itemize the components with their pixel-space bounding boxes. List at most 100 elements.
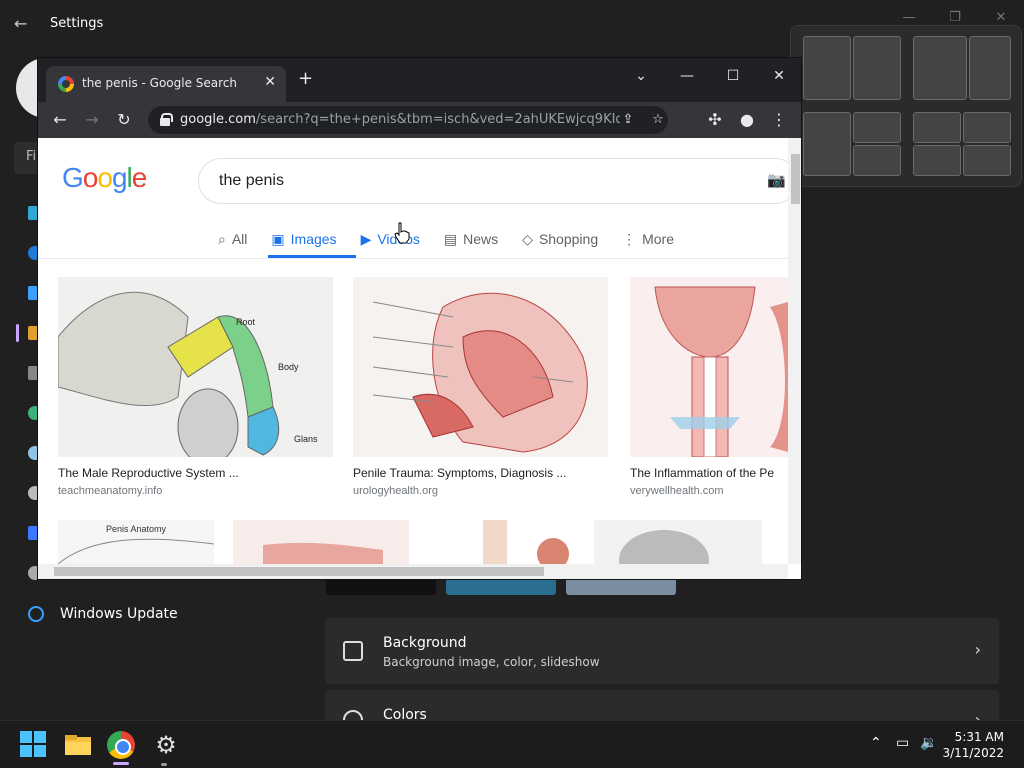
tab-search-chevron-icon[interactable]: ⌄	[626, 64, 656, 88]
back-arrow-icon[interactable]: ←	[48, 108, 72, 132]
image-result[interactable]	[233, 520, 409, 564]
search-input[interactable]: the penis 📷	[198, 158, 788, 204]
tab-images[interactable]: ▣ Images	[271, 224, 336, 254]
google-images-page: Google the penis 📷 ⌕ All ▣ Images ▶ Vide…	[38, 138, 788, 564]
camera-icon[interactable]: 📷	[767, 171, 788, 189]
browser-tab[interactable]: the penis - Google Search ✕	[46, 66, 286, 102]
snap-zone[interactable]	[963, 145, 1011, 176]
horizontal-scrollbar[interactable]	[38, 564, 788, 579]
share-icon[interactable]: ⇪	[618, 110, 638, 130]
hand-cursor-icon	[394, 222, 410, 244]
card-title: Background	[383, 635, 467, 651]
reload-icon[interactable]: ↻	[112, 108, 136, 132]
diagram-label: Root	[236, 317, 256, 327]
sidebar-item-windows-update[interactable]: Windows Update	[28, 604, 178, 624]
snap-zone[interactable]	[803, 36, 851, 100]
settings-gear-icon[interactable]: ⚙	[152, 731, 180, 759]
close-tab-icon[interactable]: ✕	[264, 74, 276, 90]
result-title[interactable]: The Male Reproductive System ...	[58, 466, 333, 480]
chevron-up-icon[interactable]: ⌃	[870, 735, 882, 751]
windows-update-icon	[28, 606, 44, 622]
result-thumbnail[interactable]	[353, 277, 608, 457]
snap-zone[interactable]	[853, 36, 901, 100]
tab-news[interactable]: ▤ News	[444, 224, 498, 254]
sidebar-item-label: Windows Update	[60, 606, 178, 622]
active-indicator	[16, 324, 19, 342]
result-source[interactable]: urologyhealth.org	[353, 485, 608, 497]
image-result[interactable]: The Inflammation of the Pe verywellhealt…	[630, 277, 788, 497]
snap-zone[interactable]	[853, 112, 901, 143]
background-setting-card[interactable]: Background Background image, color, slid…	[325, 618, 999, 684]
tab-shopping[interactable]: ◇ Shopping	[522, 224, 598, 254]
browser-toolbar: ← → ↻ google.com/search?q=the+penis&tbm=…	[38, 102, 801, 138]
volume-icon[interactable]: 🔉	[920, 735, 937, 751]
tab-videos[interactable]: ▶ Videos	[361, 224, 420, 254]
diagram-label: Glans	[294, 434, 318, 444]
snap-zone[interactable]	[969, 36, 1011, 100]
snap-zone[interactable]	[913, 112, 961, 143]
result-title[interactable]: The Inflammation of the Pe	[630, 466, 788, 480]
lock-icon[interactable]	[160, 113, 173, 126]
extensions-puzzle-icon[interactable]: ✣	[703, 108, 727, 132]
image-icon: ▣	[271, 230, 285, 247]
star-icon[interactable]: ☆	[648, 110, 668, 130]
result-title[interactable]: Penile Trauma: Symptoms, Diagnosis ...	[353, 466, 608, 480]
anatomy-illustration	[372, 292, 588, 453]
chrome-window: the penis - Google Search ✕ + ⌄ — ☐ ✕ ← …	[37, 57, 802, 580]
search-type-tabs: ⌕ All ▣ Images ▶ Videos ▤ News ◇ Shoppin…	[218, 224, 698, 254]
snap-zone[interactable]	[913, 145, 961, 176]
thumbnail-caption: Penis Anatomy	[106, 524, 167, 534]
tab-more[interactable]: ⋮ More	[622, 224, 674, 254]
google-favicon-icon	[58, 76, 74, 92]
image-result[interactable]: Penis Anatomy	[58, 520, 214, 564]
snap-zone[interactable]	[803, 112, 851, 176]
anatomy-illustration	[619, 530, 709, 564]
scroll-thumb[interactable]	[791, 154, 800, 204]
result-source[interactable]: teachmeanatomy.info	[58, 485, 333, 497]
search-icon: ⌕	[218, 230, 226, 247]
result-source[interactable]: verywellhealth.com	[630, 485, 788, 497]
snap-layouts-flyout	[790, 25, 1022, 187]
system-clock[interactable]: 5:31 AM 3/11/2022	[942, 729, 1004, 761]
image-result[interactable]: Root Body Glans The Male Reproductive Sy…	[58, 277, 333, 497]
chrome-taskbar-icon[interactable]	[107, 731, 135, 759]
forward-arrow-icon[interactable]: →	[80, 108, 104, 132]
active-app-indicator	[113, 762, 129, 765]
scroll-thumb[interactable]	[54, 567, 544, 576]
maximize-icon[interactable]: ☐	[718, 64, 748, 88]
back-arrow-icon[interactable]: ←	[14, 14, 34, 34]
image-result[interactable]	[428, 520, 574, 564]
windows-start-icon[interactable]	[20, 731, 48, 759]
address-bar[interactable]: google.com/search?q=the+penis&tbm=isch&v…	[148, 106, 668, 134]
file-explorer-icon[interactable]	[64, 731, 92, 759]
snap-zone[interactable]	[853, 145, 901, 176]
tab-all[interactable]: ⌕ All	[218, 224, 247, 254]
clock-date: 3/11/2022	[942, 746, 1004, 760]
vertical-scrollbar[interactable]	[788, 138, 801, 564]
network-icon[interactable]: ▭	[896, 735, 909, 751]
snap-zone[interactable]	[963, 112, 1011, 143]
video-icon: ▶	[360, 230, 372, 247]
chevron-right-icon: ›	[974, 640, 981, 659]
result-thumbnail[interactable]	[630, 277, 788, 457]
anatomy-illustration	[483, 520, 569, 564]
minimize-icon[interactable]: —	[672, 64, 702, 88]
tab-title: the penis - Google Search	[82, 76, 238, 90]
image-result[interactable]	[594, 520, 762, 564]
url-text: google.com/search?q=the+penis&tbm=isch&v…	[180, 112, 620, 127]
google-logo[interactable]: Google	[62, 162, 147, 194]
anatomy-illustration	[263, 542, 383, 564]
running-app-indicator	[161, 763, 167, 766]
anatomy-illustration: Root Body Glans	[58, 291, 318, 457]
result-thumbnail[interactable]: Root Body Glans	[58, 277, 333, 457]
clock-time: 5:31 AM	[954, 730, 1004, 744]
close-icon[interactable]: ✕	[764, 64, 794, 88]
snap-zone[interactable]	[913, 36, 967, 100]
image-result[interactable]: Penile Trauma: Symptoms, Diagnosis ... u…	[353, 277, 608, 497]
profile-icon[interactable]: ●	[735, 108, 759, 132]
new-tab-plus-icon[interactable]: +	[298, 70, 313, 88]
diagram-label: Body	[278, 362, 299, 372]
kebab-menu-icon[interactable]: ⋮	[767, 108, 791, 132]
search-query: the penis	[219, 172, 284, 189]
card-subtitle: Background image, color, slideshow	[383, 655, 600, 669]
